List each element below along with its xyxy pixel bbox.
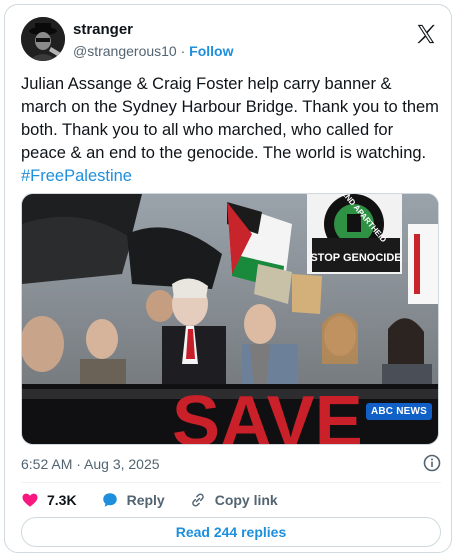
read-replies-button[interactable]: Read 244 replies: [21, 517, 441, 547]
tweet-body: Julian Assange & Craig Foster help carry…: [21, 75, 439, 162]
tweet-photo[interactable]: STOP GENOCIDE END APARTHEID SAVE ABC NEW…: [21, 193, 439, 445]
timestamp[interactable]: 6:52 AM · Aug 3, 2025: [21, 456, 160, 472]
heart-icon: [22, 493, 38, 507]
hashtag-link[interactable]: #FreePalestine: [21, 167, 132, 185]
info-icon[interactable]: [423, 454, 441, 472]
link-icon: [191, 493, 204, 507]
display-name[interactable]: stranger: [73, 21, 234, 39]
x-logo-icon[interactable]: [415, 23, 437, 45]
user-handle[interactable]: @strangerous10: [73, 43, 177, 59]
divider: [21, 482, 441, 483]
tweet-text: Julian Assange & Craig Foster help carry…: [21, 73, 441, 188]
reply-button[interactable]: Reply: [101, 491, 165, 509]
copy-link-label: Copy link: [214, 492, 278, 508]
tweet-card: stranger @strangerous10 · Follow Julian …: [4, 4, 452, 553]
handle-row: @strangerous10 · Follow: [73, 41, 234, 61]
separator: ·: [176, 43, 190, 59]
reply-bubble-icon: [102, 493, 117, 507]
action-bar: 7.3K Reply Copy link: [21, 489, 441, 511]
banner-text: SAVE: [172, 382, 363, 445]
avatar[interactable]: [21, 17, 65, 61]
stop-genocide-sign: STOP GENOCIDE: [310, 252, 401, 264]
tweet-meta: 6:52 AM · Aug 3, 2025: [21, 454, 441, 474]
reply-label: Reply: [126, 492, 165, 508]
like-button[interactable]: 7.3K: [21, 491, 77, 509]
user-block: stranger @strangerous10 · Follow: [73, 21, 234, 61]
tweet-header: stranger @strangerous10 · Follow: [21, 17, 437, 65]
copy-link-button[interactable]: Copy link: [189, 491, 278, 509]
follow-button[interactable]: Follow: [189, 43, 233, 59]
news-badge: ABC NEWS: [365, 403, 432, 420]
like-count: 7.3K: [47, 492, 77, 508]
